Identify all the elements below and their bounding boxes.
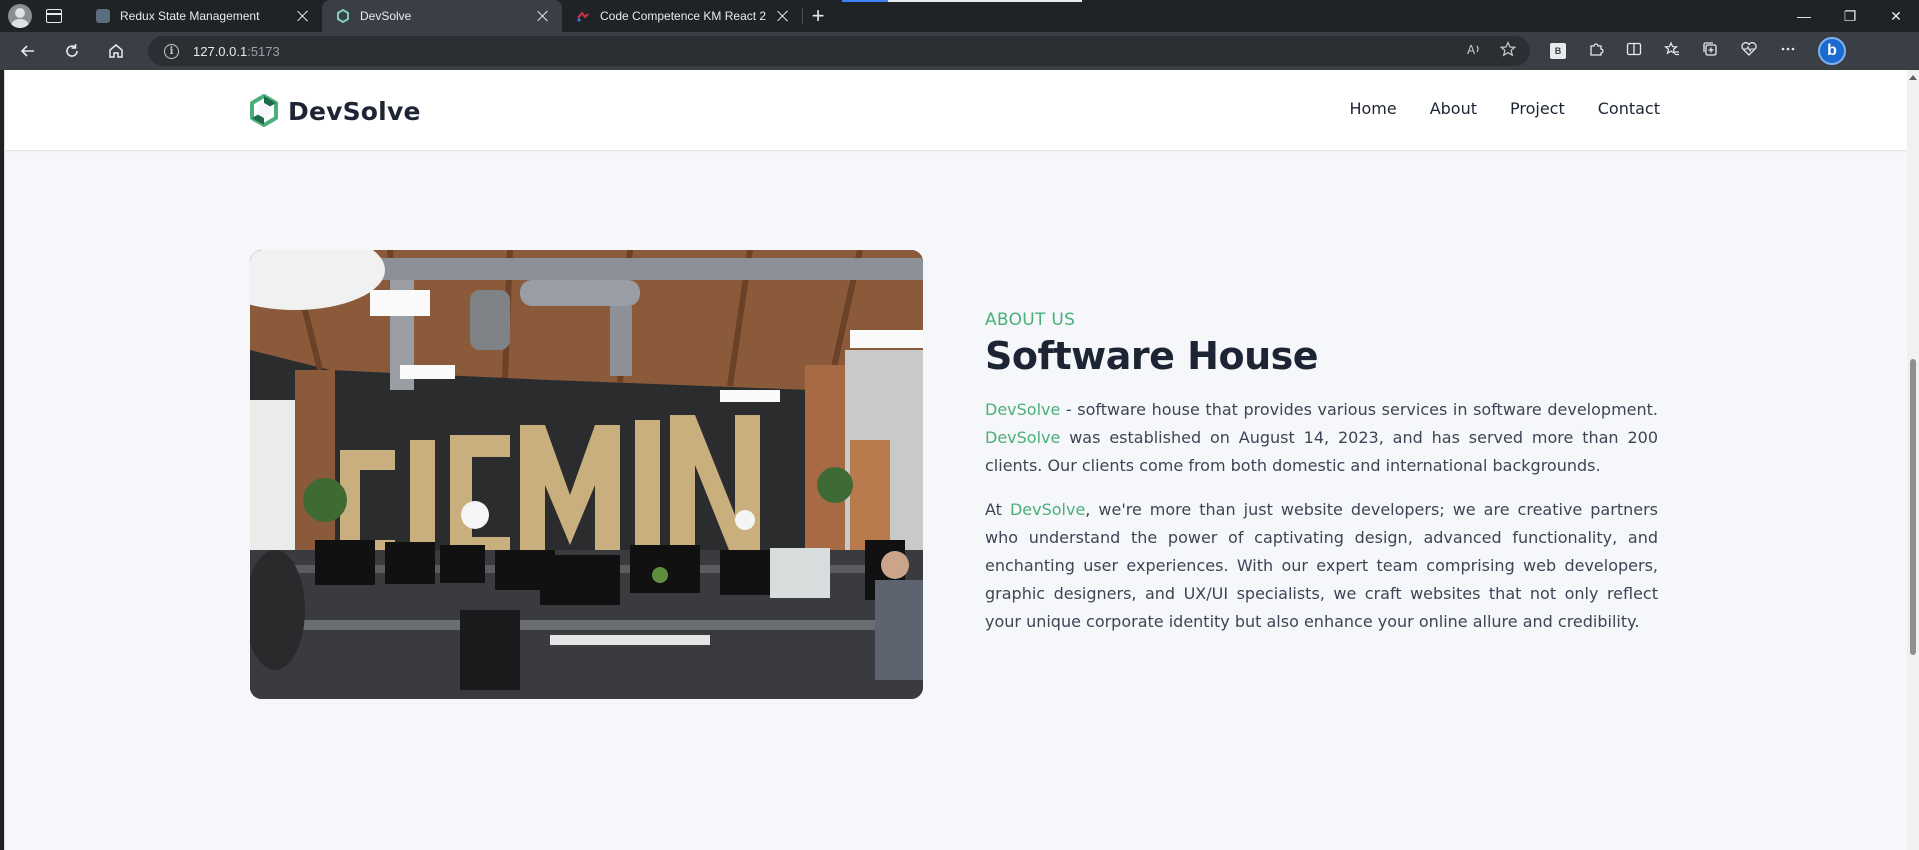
tab-actions-icon[interactable] bbox=[46, 9, 62, 23]
brand-highlight: DevSolve bbox=[985, 428, 1061, 447]
site-logo[interactable]: DevSolve bbox=[249, 94, 421, 128]
home-icon[interactable] bbox=[98, 35, 134, 67]
address-bar-actions: A bbox=[1466, 41, 1530, 61]
new-tab-button[interactable]: + bbox=[803, 0, 833, 32]
brand-highlight: DevSolve bbox=[985, 400, 1061, 419]
nav-contact[interactable]: Contact bbox=[1598, 99, 1660, 118]
close-window-button[interactable]: ✕ bbox=[1873, 0, 1919, 32]
loading-progress bbox=[842, 0, 888, 2]
restore-button[interactable]: ❐ bbox=[1827, 0, 1873, 32]
devsolve-logo-icon bbox=[250, 94, 278, 127]
browser-toolbar: i 127.0.0.1:5173 A B b bbox=[0, 32, 1919, 70]
about-eyebrow: ABOUT US bbox=[985, 310, 1076, 330]
brand-highlight: DevSolve bbox=[1009, 500, 1086, 519]
nav-about[interactable]: About bbox=[1430, 99, 1477, 118]
url-text[interactable]: 127.0.0.1:5173 bbox=[193, 44, 280, 59]
tab-favicon-icon bbox=[96, 9, 110, 23]
about-office-image bbox=[250, 250, 923, 699]
extension-badge-icon[interactable]: B bbox=[1550, 43, 1566, 59]
url-host: 127.0.0.1 bbox=[193, 43, 248, 59]
page-viewport: DevSolve Home About Project Contact ABOU… bbox=[4, 70, 1907, 850]
toolbar-icons: B b bbox=[1550, 37, 1846, 65]
tab-title: Code Competence KM React 2 - bbox=[600, 9, 768, 23]
minimize-button[interactable]: — bbox=[1781, 0, 1827, 32]
more-icon[interactable] bbox=[1780, 41, 1796, 61]
tab-favicon-icon bbox=[576, 9, 590, 23]
brand-name: DevSolve bbox=[288, 96, 421, 126]
url-port: :5173 bbox=[247, 43, 280, 59]
paragraph-text: , we're more than just website developer… bbox=[985, 500, 1658, 631]
browser-essentials-icon[interactable] bbox=[1740, 41, 1758, 61]
paragraph-text: - software house that provides various s… bbox=[1060, 400, 1658, 419]
extension-icon[interactable] bbox=[1588, 41, 1604, 61]
nav-home[interactable]: Home bbox=[1349, 99, 1396, 118]
paragraph-text: was established on August 14, 2023, and … bbox=[985, 428, 1658, 475]
info-icon[interactable]: i bbox=[164, 43, 179, 59]
tab-devsolve[interactable]: DevSolve bbox=[322, 0, 562, 32]
about-section: ABOUT US Software House DevSolve - softw… bbox=[985, 310, 1658, 636]
loading-progress-track bbox=[888, 0, 1082, 2]
tab-code-competence[interactable]: Code Competence KM React 2 - bbox=[562, 0, 802, 32]
tab-title: Redux State Management bbox=[120, 9, 260, 23]
scroll-up-arrow-icon[interactable] bbox=[1909, 75, 1917, 80]
tab-favicon-icon bbox=[336, 8, 350, 24]
window-controls: — ❐ ✕ bbox=[1781, 0, 1919, 32]
tab-title: DevSolve bbox=[360, 9, 412, 23]
favorites-icon[interactable] bbox=[1663, 41, 1680, 61]
about-paragraph-1: DevSolve - software house that provides … bbox=[985, 396, 1658, 480]
tab-redux-state-management[interactable]: Redux State Management bbox=[82, 0, 322, 32]
paragraph-text: At bbox=[985, 500, 1010, 519]
bing-copilot-icon[interactable]: b bbox=[1818, 37, 1846, 65]
scrollbar-thumb[interactable] bbox=[1910, 359, 1916, 655]
browser-tab-bar: Redux State Management DevSolve Code Com… bbox=[0, 0, 1919, 32]
read-aloud-icon[interactable]: A bbox=[1466, 41, 1482, 61]
about-title: Software House bbox=[985, 334, 1319, 378]
tab-close-icon[interactable] bbox=[296, 9, 310, 23]
reload-icon[interactable] bbox=[54, 35, 90, 67]
site-header: DevSolve Home About Project Contact bbox=[5, 70, 1907, 151]
address-bar[interactable]: i 127.0.0.1:5173 A bbox=[148, 36, 1530, 66]
svg-text:A: A bbox=[1467, 43, 1476, 57]
about-paragraph-2: At DevSolve, we're more than just websit… bbox=[985, 496, 1658, 636]
back-arrow-icon[interactable] bbox=[10, 35, 46, 67]
tab-bar-left bbox=[0, 0, 82, 32]
profile-avatar-icon[interactable] bbox=[8, 4, 32, 28]
tab-close-icon[interactable] bbox=[536, 9, 550, 23]
star-icon[interactable] bbox=[1499, 41, 1517, 61]
page-scrollbar[interactable] bbox=[1907, 70, 1919, 850]
tab-close-icon[interactable] bbox=[776, 9, 790, 23]
split-screen-icon[interactable] bbox=[1626, 41, 1642, 61]
nav-project[interactable]: Project bbox=[1510, 99, 1565, 118]
main-nav: Home About Project Contact bbox=[1349, 99, 1660, 118]
collections-icon[interactable] bbox=[1702, 41, 1718, 61]
